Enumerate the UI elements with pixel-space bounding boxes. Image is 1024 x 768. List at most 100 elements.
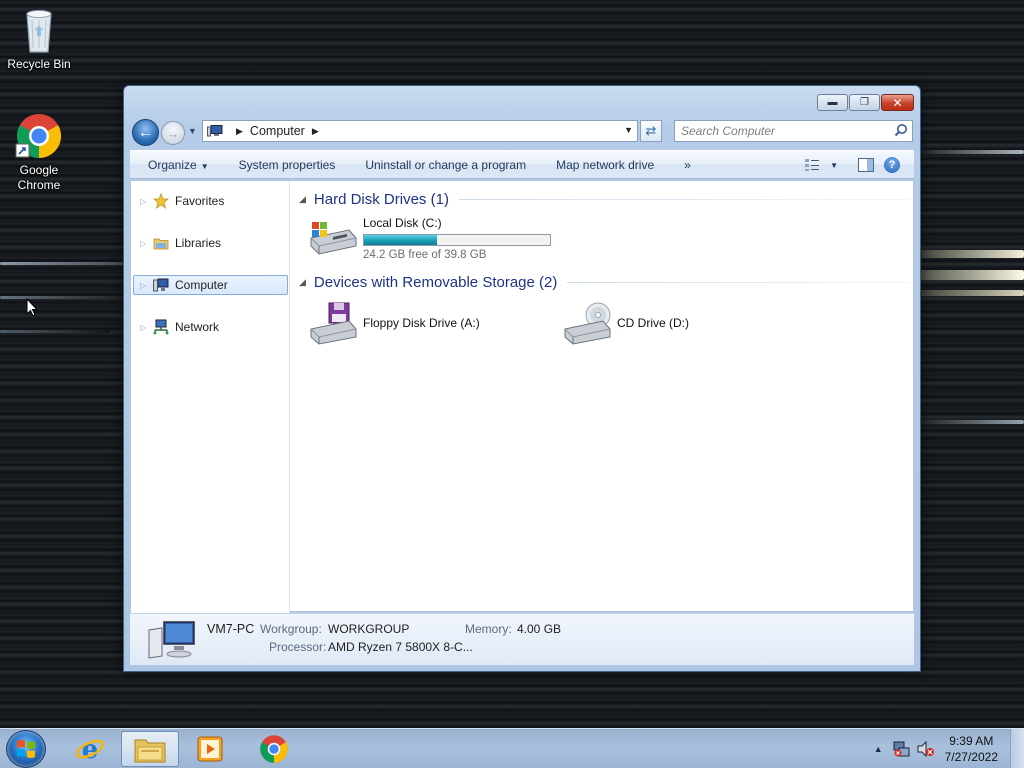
taskbar-chrome[interactable] (245, 731, 303, 767)
drive-cd-d[interactable]: CD Drive (D:) (563, 301, 689, 345)
group-divider (458, 199, 909, 200)
drive-name: CD Drive (D:) (617, 316, 689, 330)
collapse-icon[interactable]: ◢ (299, 194, 306, 205)
refresh-button[interactable]: ⇄ (640, 120, 662, 142)
uninstall-program-button[interactable]: Uninstall or change a program (350, 158, 541, 172)
floppy-drive-icon (310, 302, 357, 345)
drive-local-disk-c[interactable]: Local Disk (C:) 24.2 GB free of 39.8 GB (309, 216, 551, 261)
recycle-bin-shortcut[interactable]: Recycle Bin (1, 6, 77, 72)
breadcrumb-computer[interactable]: Computer (250, 124, 305, 138)
wallpaper-streak (0, 330, 110, 333)
search-icon[interactable] (894, 123, 908, 137)
wallpaper-streak (0, 296, 120, 299)
expand-icon[interactable]: ▷ (140, 239, 150, 248)
computer-icon (207, 125, 223, 137)
hard-drive-icon (310, 222, 357, 255)
media-player-icon (197, 736, 223, 762)
start-button[interactable] (6, 730, 46, 768)
expand-icon[interactable]: ▷ (140, 323, 150, 332)
close-button[interactable]: ✕ (881, 94, 914, 111)
network-status-icon[interactable] (893, 741, 911, 757)
maximize-button[interactable]: ❐ (849, 94, 880, 111)
computer-name: VM7-PC (207, 622, 255, 636)
breadcrumb-separator-icon[interactable]: ▶ (236, 126, 243, 137)
refresh-icon: ⇄ (645, 123, 657, 138)
search-input[interactable]: Search Computer (681, 124, 775, 138)
nav-item-favorites[interactable]: ▷ Favorites (133, 191, 288, 211)
nav-label-libraries: Libraries (175, 236, 222, 250)
forward-arrow-icon: → (166, 125, 180, 141)
wallpaper-streak (920, 250, 1024, 258)
workgroup-value: WORKGROUP (328, 622, 410, 636)
clock-date: 7/27/2022 (944, 750, 998, 764)
close-icon: ✕ (892, 95, 903, 110)
minimize-button[interactable]: ▬ (817, 94, 848, 111)
nav-item-network[interactable]: ▷ Network (133, 317, 288, 337)
taskbar-media-player[interactable] (181, 731, 239, 767)
taskbar-internet-explorer[interactable]: e (61, 731, 119, 767)
show-hidden-icons-icon[interactable]: ▲ (874, 744, 883, 754)
search-box[interactable]: Search Computer (674, 120, 913, 142)
address-bar[interactable]: ▶ Computer ▶ ▼ (202, 120, 638, 142)
computer-icon (153, 277, 169, 293)
recycle-bin-icon (15, 6, 63, 54)
group-header-hard-disks[interactable]: ◢ Hard Disk Drives (1) (299, 191, 909, 208)
preview-pane-icon[interactable] (858, 158, 874, 172)
help-icon[interactable]: ? (884, 157, 900, 173)
breadcrumb-separator-icon[interactable]: ▶ (312, 126, 319, 137)
chrome-icon (15, 112, 63, 160)
items-pane: ◢ Hard Disk Drives (1) Local Disk (C:) 2… (291, 181, 913, 613)
navigation-pane: ▷ Favorites ▷ Libraries ▷ Computer ▷ Net… (131, 181, 290, 613)
chrome-label: Google Chrome (17, 163, 61, 192)
back-arrow-icon: ← (137, 123, 154, 141)
internet-explorer-icon: e (75, 735, 105, 764)
star-icon (153, 193, 169, 209)
map-network-drive-button[interactable]: Map network drive (541, 158, 669, 172)
group-header-removable[interactable]: ◢ Devices with Removable Storage (2) (299, 274, 909, 291)
nav-item-computer[interactable]: ▷ Computer (133, 275, 288, 295)
system-tray: ▲ 9:39 AM 7/27/2022 (874, 729, 1024, 768)
recycle-bin-label: Recycle Bin (7, 57, 71, 71)
show-desktop-button[interactable] (1010, 729, 1024, 768)
change-view-icon[interactable] (804, 158, 820, 172)
system-properties-button[interactable]: System properties (224, 158, 351, 172)
command-bar: Organize ▼ System properties Uninstall or… (130, 150, 914, 179)
nav-item-libraries[interactable]: ▷ Libraries (133, 233, 288, 253)
group-title: Devices with Removable Storage (2) (313, 274, 558, 291)
back-button[interactable]: ← (132, 119, 159, 146)
organize-label: Organize (148, 157, 197, 172)
more-commands-button[interactable]: » (669, 158, 706, 172)
libraries-icon (153, 235, 169, 251)
minimize-icon: ▬ (827, 97, 838, 108)
organize-menu[interactable]: Organize ▼ (130, 158, 224, 172)
address-dropdown-icon[interactable]: ▼ (624, 125, 633, 135)
content-area: ▷ Favorites ▷ Libraries ▷ Computer ▷ Net… (130, 180, 914, 613)
clock[interactable]: 9:39 AM 7/27/2022 (945, 733, 998, 765)
volume-muted-icon[interactable] (917, 741, 935, 757)
drive-free-space: 24.2 GB free of 39.8 GB (363, 249, 487, 261)
expand-icon[interactable]: ▷ (140, 281, 150, 290)
wallpaper-streak (920, 150, 1024, 154)
cd-drive-icon (564, 302, 611, 345)
nav-label-network: Network (175, 320, 220, 334)
disk-usage-fill (364, 235, 437, 245)
chrome-shortcut[interactable]: Google Chrome (1, 112, 77, 193)
group-divider (567, 282, 909, 283)
workgroup-label: Workgroup: (260, 622, 322, 636)
forward-button[interactable]: → (161, 121, 185, 145)
expand-icon[interactable]: ▷ (140, 197, 150, 206)
chevron-down-icon: ▼ (200, 161, 209, 171)
processor-value: AMD Ryzen 7 5800X 8-C... (328, 640, 473, 654)
drive-floppy-a[interactable]: Floppy Disk Drive (A:) (309, 301, 480, 345)
memory-label: Memory: (465, 622, 512, 636)
disk-usage-bar (363, 234, 551, 246)
view-options-chevron-icon[interactable]: ▼ (830, 161, 838, 170)
taskbar-windows-explorer[interactable] (121, 731, 179, 767)
collapse-icon[interactable]: ◢ (299, 277, 306, 288)
explorer-window: ▬ ❐ ✕ ← → ▼ ▶ Computer ▶ ▼ ⇄ Search Comp… (123, 85, 921, 672)
recent-pages-dropdown[interactable]: ▼ (188, 126, 197, 136)
memory-value: 4.00 GB (517, 622, 562, 636)
navigation-bar: ← → ▼ ▶ Computer ▶ ▼ ⇄ Search Computer (130, 118, 914, 146)
view-controls: ▼ ? (804, 151, 914, 179)
wallpaper-streak (920, 290, 1024, 296)
